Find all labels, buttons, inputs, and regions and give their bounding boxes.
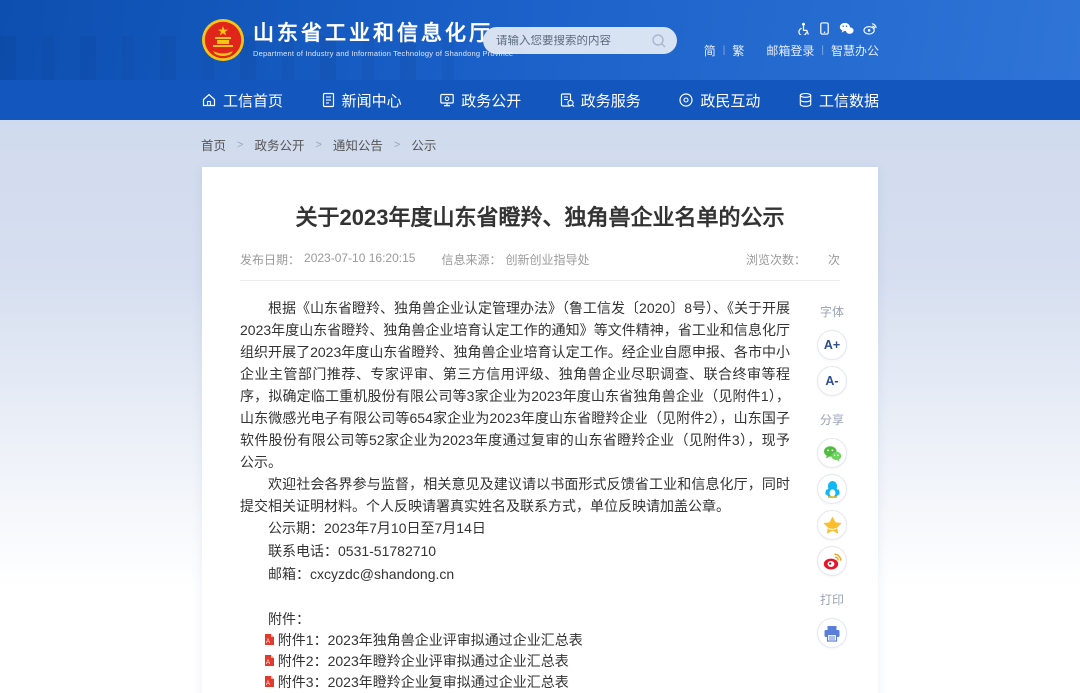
svg-text:A: A — [266, 660, 270, 666]
breadcrumb-home[interactable]: 首页 — [201, 135, 226, 154]
breadcrumb-separator: > — [315, 139, 321, 151]
font-decrease-button[interactable]: A- — [817, 366, 847, 396]
breadcrumb-notices[interactable]: 通知公告 — [333, 135, 383, 154]
article-tools-panel: 字体 A+ A- 分享 — [813, 303, 851, 654]
topbar-divider: | — [723, 45, 726, 56]
share-qzone-button[interactable] — [817, 510, 847, 540]
article-paragraph: 根据《山东省瞪羚、独角兽企业认定管理办法》（鲁工信发〔2020〕8号）、《关于开… — [240, 297, 790, 473]
print-button[interactable] — [817, 618, 847, 648]
traditional-chinese-link[interactable]: 繁 — [732, 42, 744, 59]
nav-item-label: 政务服务 — [581, 90, 641, 111]
main-navigation: 工信首页 新闻中心 政务公开 — [0, 80, 1080, 120]
share-wechat-button[interactable] — [817, 438, 847, 468]
monitor-icon — [439, 92, 455, 108]
pdf-icon: A — [264, 633, 275, 646]
site-brand[interactable]: 山东省工业和信息化厅 Department of Industry and In… — [201, 18, 513, 62]
mobile-icon[interactable] — [819, 22, 830, 35]
nav-item-news[interactable]: 新闻中心 — [321, 90, 402, 111]
topbar-divider: | — [821, 45, 824, 56]
print-label: 打印 — [813, 591, 851, 608]
accessibility-icon[interactable] — [797, 22, 810, 35]
nav-item-home[interactable]: 工信首页 — [201, 90, 283, 111]
breadcrumb-current: 公示 — [411, 135, 436, 154]
wechat-icon[interactable] — [839, 22, 854, 35]
interaction-icon — [678, 92, 694, 108]
home-icon — [201, 92, 217, 108]
pdf-icon: A — [264, 675, 275, 688]
attachment-link-1[interactable]: A 附件1：2023年独角兽企业评审拟通过企业汇总表 — [240, 630, 790, 651]
article-body: 根据《山东省瞪羚、独角兽企业认定管理办法》（鲁工信发〔2020〕8号）、《关于开… — [202, 281, 878, 693]
nav-item-gov-services[interactable]: 政务服务 — [559, 90, 641, 111]
article-card: 关于2023年度山东省瞪羚、独角兽企业名单的公示 发布日期： 2023-07-1… — [202, 167, 878, 693]
attachment-text: 附件1：2023年独角兽企业评审拟通过企业汇总表 — [278, 630, 583, 651]
search-box[interactable] — [483, 27, 677, 54]
simplified-chinese-link[interactable]: 简 — [704, 42, 716, 59]
svg-text:A: A — [266, 639, 270, 645]
weibo-icon — [823, 553, 842, 570]
source-label: 信息来源： — [441, 251, 501, 268]
wechat-icon — [823, 445, 842, 462]
search-input[interactable] — [496, 35, 651, 47]
article-title: 关于2023年度山东省瞪羚、独角兽企业名单的公示 — [202, 191, 878, 251]
site-title: 山东省工业和信息化厅 — [253, 22, 513, 46]
nav-item-data[interactable]: 工信数据 — [798, 90, 879, 111]
breadcrumb: 首页 > 政务公开 > 通知公告 > 公示 — [201, 120, 879, 167]
share-qq-button[interactable] — [817, 474, 847, 504]
nav-item-label: 工信首页 — [223, 90, 283, 111]
nav-item-label: 政民互动 — [700, 90, 760, 111]
service-icon — [559, 92, 575, 108]
weibo-icon[interactable] — [863, 22, 877, 35]
views-suffix: 次 — [828, 251, 840, 268]
views-label: 浏览次数： — [746, 251, 806, 268]
attachment-link-2[interactable]: A 附件2：2023年瞪羚企业评审拟通过企业汇总表 — [240, 651, 790, 672]
qq-icon — [824, 480, 841, 499]
database-icon — [798, 92, 813, 108]
search-icon[interactable] — [651, 33, 667, 49]
publish-date-label: 发布日期： — [240, 251, 300, 268]
attachment-text: 附件2：2023年瞪羚企业评审拟通过企业汇总表 — [278, 651, 569, 672]
nav-item-label: 政务公开 — [461, 90, 521, 111]
breadcrumb-gov-disclosure[interactable]: 政务公开 — [254, 135, 304, 154]
site-header: 山东省工业和信息化厅 Department of Industry and In… — [0, 0, 1080, 80]
mail-login-link[interactable]: 邮箱登录 — [766, 42, 814, 59]
attachments-label: 附件： — [240, 608, 790, 630]
font-increase-button[interactable]: A+ — [817, 330, 847, 360]
nav-item-label: 新闻中心 — [342, 90, 402, 111]
smart-office-link[interactable]: 智慧办公 — [831, 42, 879, 59]
attachment-text: 附件3：2023年瞪羚企业复审拟通过企业汇总表 — [278, 672, 569, 693]
contact-phone-line: 联系电话：0531-51782710 — [240, 540, 790, 563]
publish-date-value: 2023-07-10 16:20:15 — [304, 251, 415, 268]
share-label: 分享 — [813, 411, 851, 428]
breadcrumb-separator: > — [394, 139, 400, 151]
publicity-period-line: 公示期：2023年7月10日至7月14日 — [240, 517, 790, 540]
nav-item-label: 工信数据 — [819, 90, 879, 111]
nav-item-interaction[interactable]: 政民互动 — [678, 90, 760, 111]
article-paragraph: 欢迎社会各界参与监督，相关意见及建议请以书面形式反馈省工业和信息化厅，同时提交相… — [240, 473, 790, 517]
svg-text:A: A — [266, 681, 270, 687]
attachment-link-3[interactable]: A 附件3：2023年瞪羚企业复审拟通过企业汇总表 — [240, 672, 790, 693]
article-meta: 发布日期： 2023-07-10 16:20:15 信息来源： 创新创业指导处 … — [240, 251, 840, 281]
font-size-label: 字体 — [813, 303, 851, 320]
site-subtitle: Department of Industry and Information T… — [253, 49, 513, 58]
national-emblem-logo — [201, 18, 245, 62]
nav-item-gov-disclosure[interactable]: 政务公开 — [439, 90, 521, 111]
qzone-icon — [823, 516, 842, 534]
news-icon — [321, 92, 336, 108]
pdf-icon: A — [264, 654, 275, 667]
contact-email-line: 邮箱：cxcyzdc@shandong.cn — [240, 563, 790, 586]
breadcrumb-separator: > — [237, 139, 243, 151]
views-count — [806, 251, 828, 268]
source-value: 创新创业指导处 — [505, 251, 589, 268]
printer-icon — [823, 625, 841, 642]
share-weibo-button[interactable] — [817, 546, 847, 576]
